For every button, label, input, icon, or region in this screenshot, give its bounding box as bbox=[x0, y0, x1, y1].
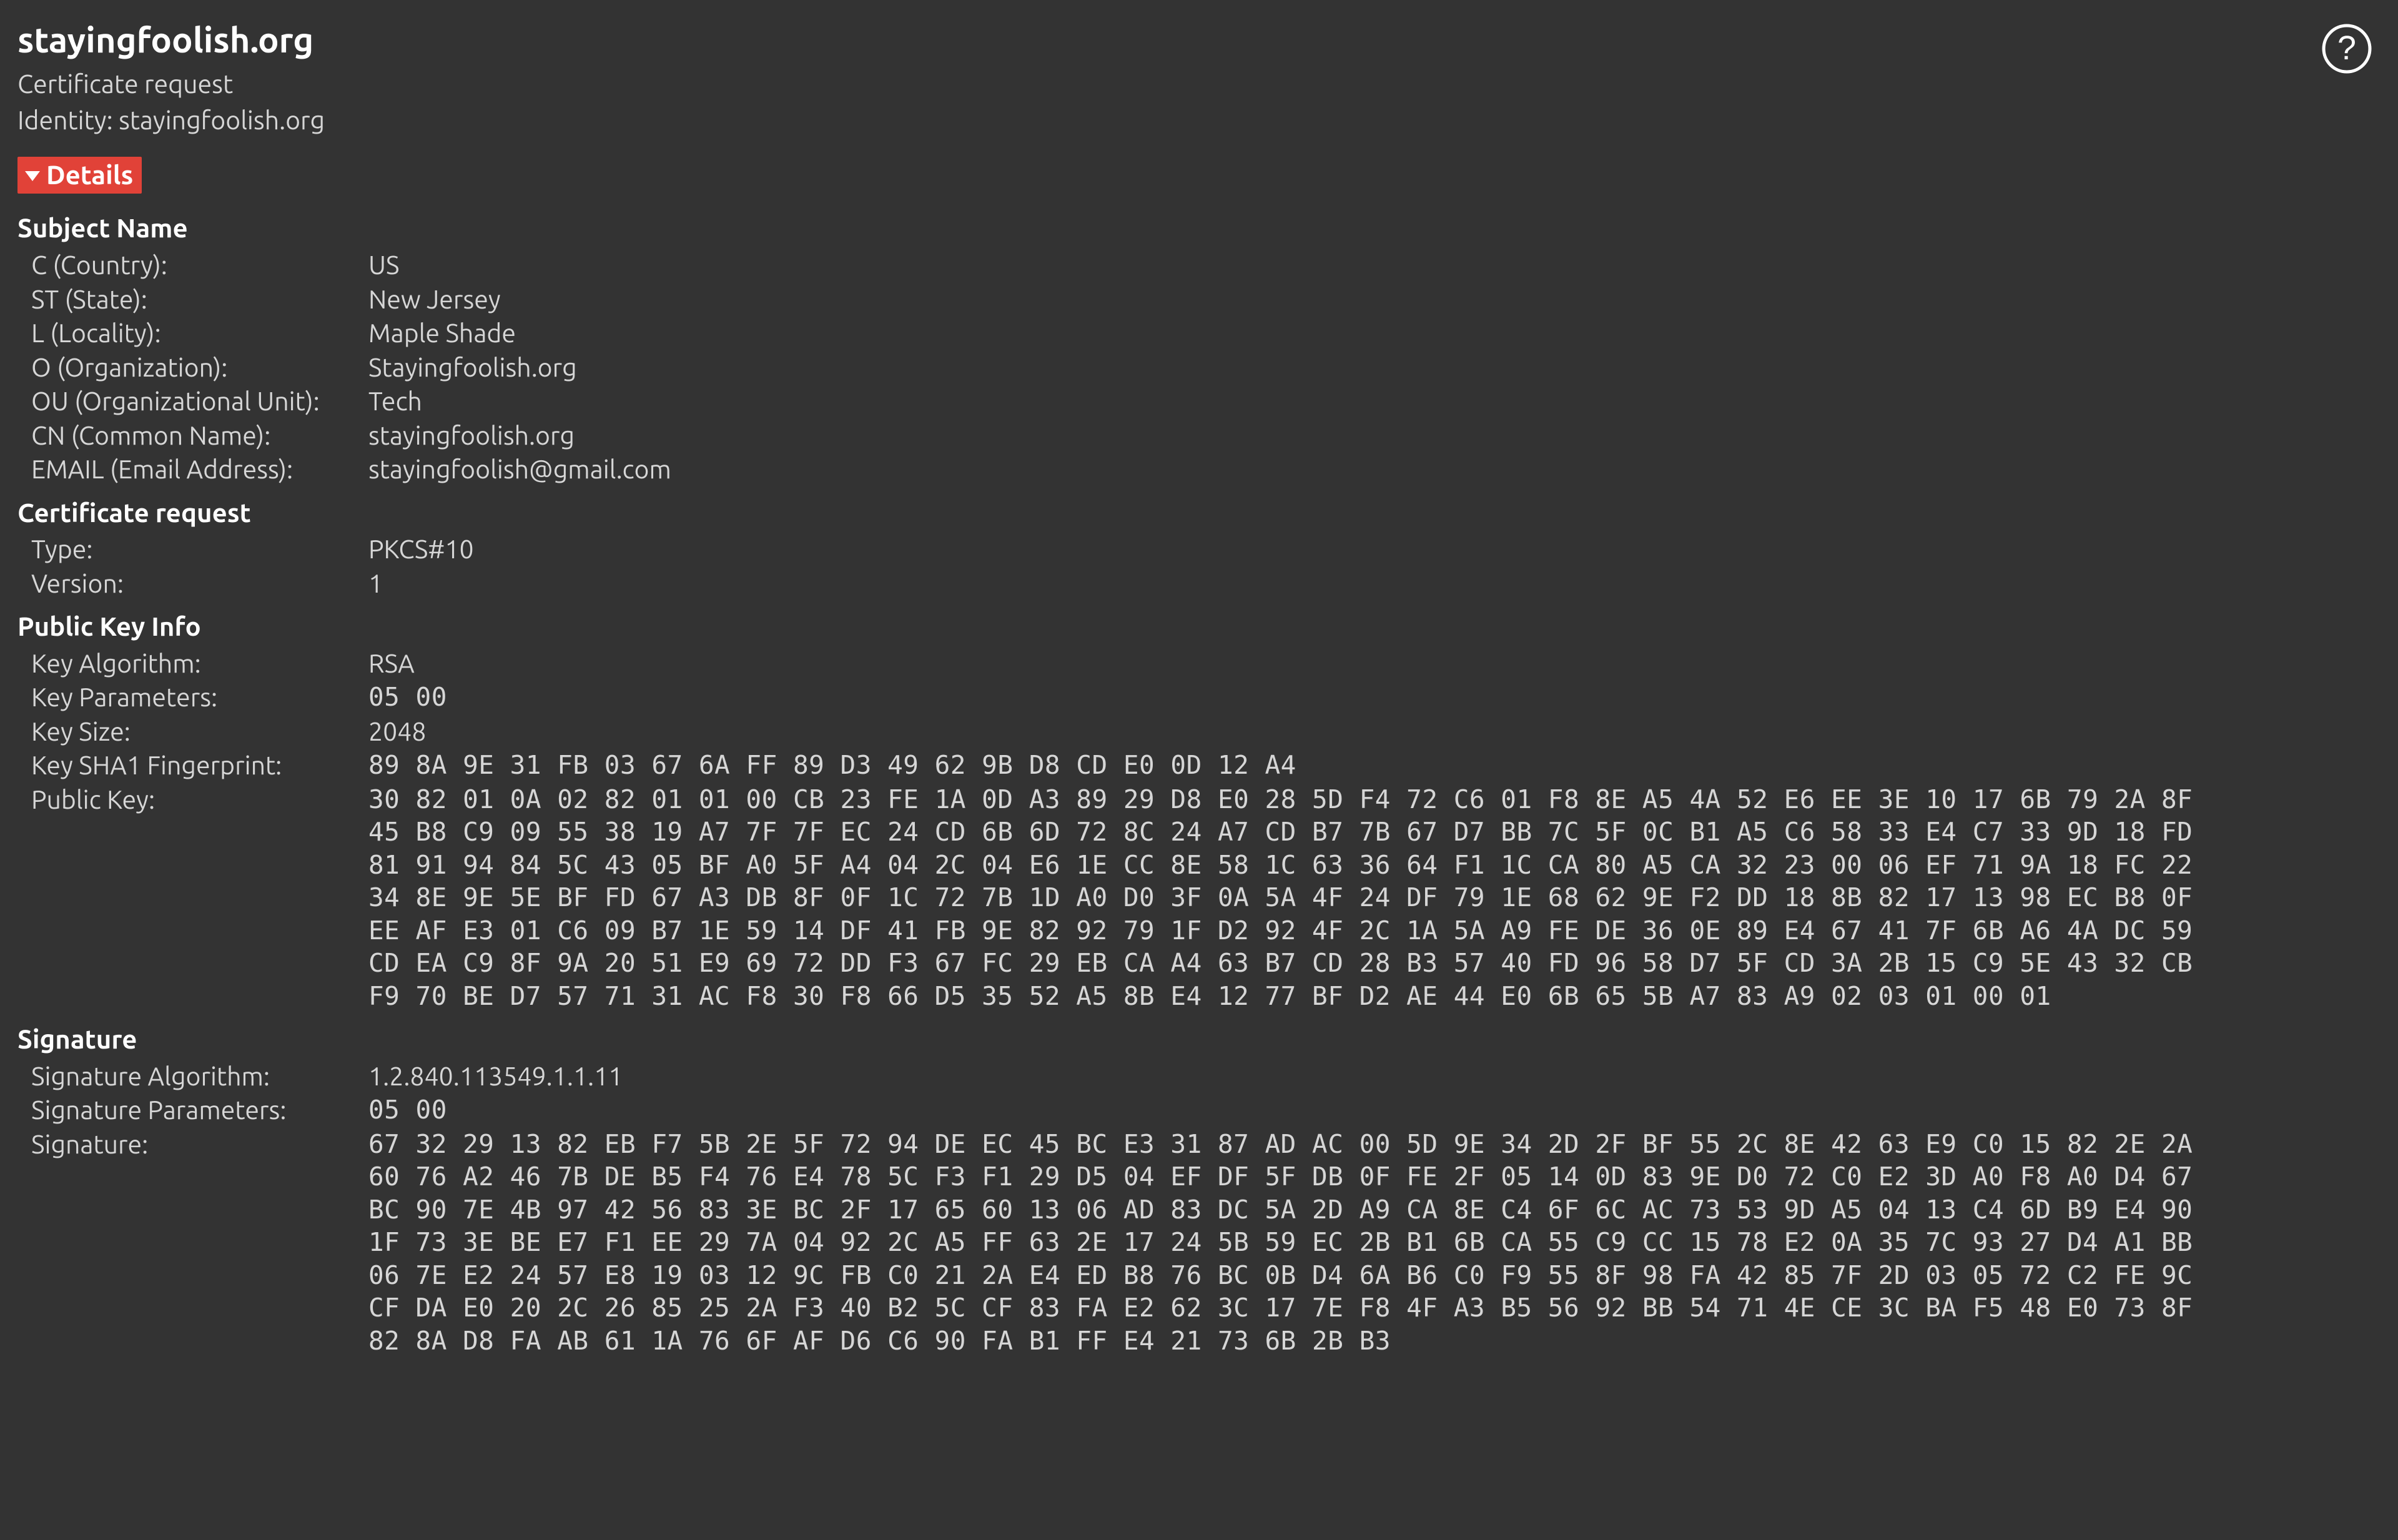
details-toggle-label: Details bbox=[46, 158, 133, 192]
row-version: Version: 1 bbox=[31, 567, 2381, 600]
details-toggle[interactable]: Details bbox=[17, 157, 142, 194]
subject-name-block: C (Country): US ST (State): New Jersey L… bbox=[17, 249, 2381, 485]
label-key-alg: Key Algorithm: bbox=[31, 647, 368, 679]
page-subtitle-identity: Identity: stayingfoolish.org bbox=[17, 104, 2381, 136]
label-sig-params: Signature Parameters: bbox=[31, 1093, 368, 1126]
value-key-params: 05 00 bbox=[368, 681, 2381, 713]
value-key-size: 2048 bbox=[368, 715, 2381, 748]
label-public-key: Public Key: bbox=[31, 783, 368, 816]
value-email: stayingfoolish@gmail.com bbox=[368, 453, 2381, 485]
label-key-params: Key Parameters: bbox=[31, 681, 368, 713]
label-country: C (Country): bbox=[31, 249, 368, 281]
value-public-key: 30 82 01 0A 02 82 01 01 00 CB 23 FE 1A 0… bbox=[368, 783, 2381, 1012]
row-key-size: Key Size: 2048 bbox=[31, 715, 2381, 748]
label-state: ST (State): bbox=[31, 283, 368, 315]
help-icon[interactable]: ? bbox=[2321, 22, 2373, 75]
section-heading-subject-name: Subject Name bbox=[17, 211, 2381, 245]
signature-block: Signature Algorithm: 1.2.840.113549.1.1.… bbox=[17, 1060, 2381, 1357]
value-key-sha1: 89 8A 9E 31 FB 03 67 6A FF 89 D3 49 62 9… bbox=[368, 749, 2381, 781]
chevron-down-icon bbox=[25, 171, 40, 181]
value-signature: 67 32 29 13 82 EB F7 5B 2E 5F 72 94 DE E… bbox=[368, 1128, 2381, 1357]
label-ou: OU (Organizational Unit): bbox=[31, 385, 368, 417]
label-type: Type: bbox=[31, 533, 368, 565]
value-ou: Tech bbox=[368, 385, 2381, 417]
value-locality: Maple Shade bbox=[368, 317, 2381, 349]
row-key-sha1: Key SHA1 Fingerprint: 89 8A 9E 31 FB 03 … bbox=[31, 749, 2381, 781]
value-type: PKCS#10 bbox=[368, 533, 2381, 565]
page-title: stayingfoolish.org bbox=[17, 17, 2381, 62]
svg-text:?: ? bbox=[2337, 29, 2356, 67]
label-organization: O (Organization): bbox=[31, 351, 368, 383]
label-version: Version: bbox=[31, 567, 368, 600]
value-sig-params: 05 00 bbox=[368, 1093, 2381, 1126]
label-signature: Signature: bbox=[31, 1128, 368, 1160]
label-locality: L (Locality): bbox=[31, 317, 368, 349]
value-organization: Stayingfoolish.org bbox=[368, 351, 2381, 383]
value-country: US bbox=[368, 249, 2381, 281]
section-heading-cert-request: Certificate request bbox=[17, 496, 2381, 530]
value-cn: stayingfoolish.org bbox=[368, 419, 2381, 452]
label-cn: CN (Common Name): bbox=[31, 419, 368, 452]
row-sig-params: Signature Parameters: 05 00 bbox=[31, 1093, 2381, 1126]
pubkey-block: Key Algorithm: RSA Key Parameters: 05 00… bbox=[17, 647, 2381, 1012]
row-organization: O (Organization): Stayingfoolish.org bbox=[31, 351, 2381, 383]
value-key-alg: RSA bbox=[368, 647, 2381, 679]
page-subtitle-type: Certificate request bbox=[17, 67, 2381, 100]
row-key-alg: Key Algorithm: RSA bbox=[31, 647, 2381, 679]
cert-request-block: Type: PKCS#10 Version: 1 bbox=[17, 533, 2381, 600]
section-heading-signature: Signature bbox=[17, 1022, 2381, 1056]
label-key-sha1: Key SHA1 Fingerprint: bbox=[31, 749, 368, 781]
row-type: Type: PKCS#10 bbox=[31, 533, 2381, 565]
row-sig-alg: Signature Algorithm: 1.2.840.113549.1.1.… bbox=[31, 1060, 2381, 1092]
row-key-params: Key Parameters: 05 00 bbox=[31, 681, 2381, 713]
row-email: EMAIL (Email Address): stayingfoolish@gm… bbox=[31, 453, 2381, 485]
label-sig-alg: Signature Algorithm: bbox=[31, 1060, 368, 1092]
row-locality: L (Locality): Maple Shade bbox=[31, 317, 2381, 349]
row-signature: Signature: 67 32 29 13 82 EB F7 5B 2E 5F… bbox=[31, 1128, 2381, 1357]
row-cn: CN (Common Name): stayingfoolish.org bbox=[31, 419, 2381, 452]
row-ou: OU (Organizational Unit): Tech bbox=[31, 385, 2381, 417]
row-country: C (Country): US bbox=[31, 249, 2381, 281]
certificate-request-viewer: ? stayingfoolish.org Certificate request… bbox=[0, 0, 2398, 1376]
row-public-key: Public Key: 30 82 01 0A 02 82 01 01 00 C… bbox=[31, 783, 2381, 1012]
value-state: New Jersey bbox=[368, 283, 2381, 315]
value-sig-alg: 1.2.840.113549.1.1.11 bbox=[368, 1060, 2381, 1092]
value-version: 1 bbox=[368, 567, 2381, 600]
section-heading-pubkey: Public Key Info bbox=[17, 610, 2381, 643]
row-state: ST (State): New Jersey bbox=[31, 283, 2381, 315]
label-email: EMAIL (Email Address): bbox=[31, 453, 368, 485]
label-key-size: Key Size: bbox=[31, 715, 368, 748]
